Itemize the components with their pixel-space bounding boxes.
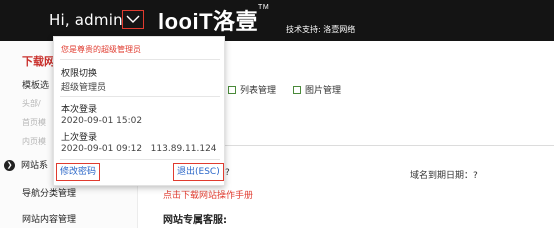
permission-switch-value[interactable]: 超级管理员 [61, 80, 106, 93]
service-heading: 网站专属客服: [163, 215, 227, 226]
user-menu-toggle[interactable] [122, 10, 144, 29]
last-login-label: 上次登录 [61, 133, 98, 143]
brand-logo[interactable]: looiT洛壹TM [158, 4, 269, 36]
user-greeting: Hi, admin [49, 11, 123, 29]
toolbar-list-manage[interactable]: 列表管理 [228, 83, 276, 96]
top-bar: Hi, admin looiT洛壹TM 技术支持: 洛壹网络 [0, 0, 554, 41]
sidebar-subitem-home[interactable]: 首页模 [22, 117, 46, 128]
user-dropdown: 您是尊贵的超级管理员 权限切换 超级管理员 本次登录 2020-09-01 15… [53, 36, 225, 186]
logout-button[interactable]: 退出(ESC) [173, 163, 224, 181]
sidebar-item-content[interactable]: 网站内容管理 [22, 212, 76, 225]
toolbar-image-manage[interactable]: 图片管理 [293, 83, 341, 96]
sidebar-subitem-inner[interactable]: 内页模 [22, 136, 46, 147]
domain-expiry: 域名到期日期：? [410, 171, 478, 181]
sidebar-heading: 下载网 [22, 55, 55, 68]
change-password-button[interactable]: 修改密码 [56, 163, 101, 181]
sidebar-subitem-header[interactable]: 头部/ [22, 98, 41, 109]
divider [60, 96, 220, 97]
last-login-value: 2020-09-01 09:12 113.89.11.124 [61, 144, 217, 154]
current-login-label: 本次登录 [61, 105, 98, 115]
chevron-right-icon: ❯ [4, 160, 15, 171]
tech-support-text: 技术支持: 洛壹网络 [286, 25, 356, 34]
image-icon [293, 86, 301, 94]
chevron-down-icon [126, 15, 140, 23]
logo-trademark: TM [258, 4, 270, 11]
list-icon [228, 86, 236, 94]
status-question: ? [225, 168, 230, 178]
toolbar-label: 图片管理 [305, 86, 342, 96]
permission-switch-label[interactable]: 权限切换 [61, 66, 97, 79]
logo-text: looiT洛壹 [158, 9, 259, 34]
divider [60, 59, 220, 60]
sidebar-item-template[interactable]: 模板选 [22, 78, 49, 91]
sidebar-group-website[interactable]: ❯ 网站系 [4, 158, 48, 171]
divider [60, 159, 220, 160]
current-login-time: 2020-09-01 15:02 [61, 116, 143, 126]
sidebar-item-nav-categories[interactable]: 导航分类管理 [22, 186, 76, 199]
role-notice: 您是尊贵的超级管理员 [61, 45, 141, 54]
download-manual-link[interactable]: 点击下载网站操作手册 [163, 188, 253, 201]
sidebar-group-label: 网站系 [21, 161, 49, 171]
toolbar-label: 列表管理 [240, 86, 277, 96]
